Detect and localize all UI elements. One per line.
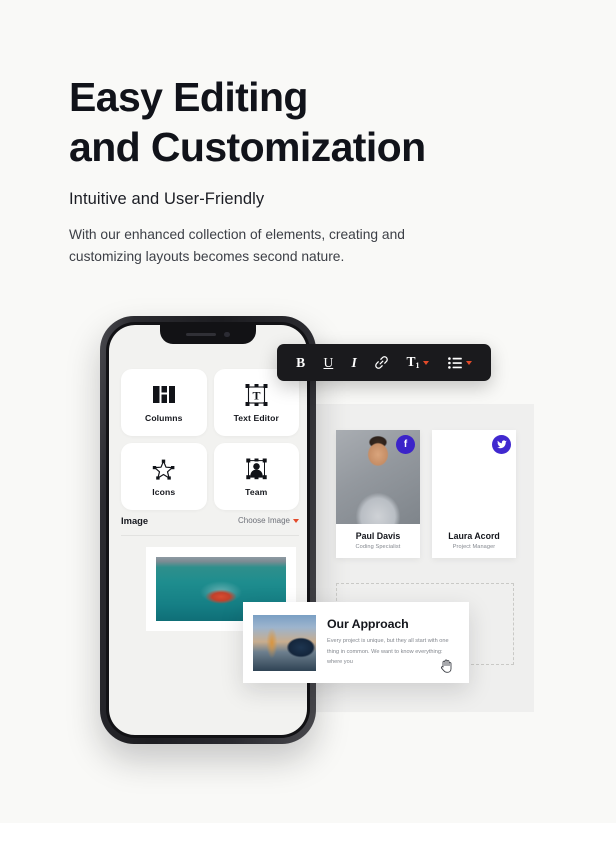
bold-button[interactable]: B	[296, 356, 305, 370]
body-copy: With our enhanced collection of elements…	[69, 227, 405, 265]
team-meta: Laura Acord Project Manager	[432, 524, 516, 558]
hero-section: Easy Editing and Customization Intuitive…	[0, 0, 616, 852]
person-icon	[245, 457, 268, 481]
image-section-label: Image	[121, 515, 149, 526]
list-button[interactable]	[447, 356, 472, 369]
team-photo	[432, 430, 516, 524]
team-member-role: Project Manager	[452, 544, 496, 550]
image-section-row: Image Choose Image	[121, 515, 299, 536]
chevron-down-icon	[293, 518, 299, 523]
widget-grid: Columns T Text Editor Icons Team	[121, 369, 299, 510]
widget-label: Text Editor	[233, 412, 279, 423]
facebook-icon[interactable]: f	[396, 435, 415, 454]
team-member-role: Coding Specialist	[355, 544, 401, 550]
underline-button[interactable]: U	[323, 356, 333, 370]
text-size-glyph: T1	[406, 354, 420, 370]
harbour-photo	[253, 614, 316, 671]
speaker-icon	[186, 332, 217, 337]
team-card[interactable]: Laura Acord Project Manager	[432, 430, 516, 558]
phone-notch	[160, 325, 256, 344]
camera-icon	[224, 331, 230, 338]
link-icon[interactable]	[375, 356, 388, 369]
choose-image-label: Choose Image	[237, 516, 290, 525]
widget-label: Icons	[152, 486, 176, 497]
headline-line-1: Easy Editing	[69, 74, 308, 120]
chevron-down-icon	[423, 360, 430, 365]
columns-icon	[152, 383, 175, 407]
widget-label: Team	[245, 486, 268, 497]
approach-title: Our Approach	[327, 617, 409, 632]
headline-line-2: and Customization	[69, 124, 426, 171]
chevron-down-icon	[465, 360, 472, 365]
widget-label: Columns	[145, 412, 183, 423]
team-meta: Paul Davis Coding Specialist	[336, 524, 420, 558]
team-member-name: Paul Davis	[355, 531, 401, 541]
star-icon	[152, 457, 175, 481]
subheading: Intuitive and User-Friendly	[69, 190, 265, 208]
team-photo: f	[336, 430, 420, 524]
team-member-name: Laura Acord	[448, 531, 500, 541]
choose-image-dropdown[interactable]: Choose Image	[238, 516, 299, 525]
team-card[interactable]: f Paul Davis Coding Specialist	[336, 430, 420, 558]
approach-card[interactable]: Our Approach Every project is unique, bu…	[243, 602, 469, 683]
text-size-button[interactable]: T1	[406, 354, 430, 370]
grab-cursor-icon	[440, 658, 453, 675]
widget-card-columns[interactable]: Columns	[121, 369, 207, 436]
text-editor-icon: T	[245, 383, 268, 407]
team-cards: f Paul Davis Coding Specialist Laura Aco…	[336, 430, 516, 558]
svg-text:T: T	[252, 388, 260, 402]
rich-text-toolbar: B U I T1	[277, 344, 491, 381]
widget-card-icons[interactable]: Icons	[121, 443, 207, 510]
page-title: Easy Editing and Customization	[69, 72, 539, 172]
italic-button[interactable]: I	[352, 356, 357, 370]
twitter-icon[interactable]	[492, 435, 511, 454]
widget-card-team[interactable]: Team	[213, 443, 299, 510]
